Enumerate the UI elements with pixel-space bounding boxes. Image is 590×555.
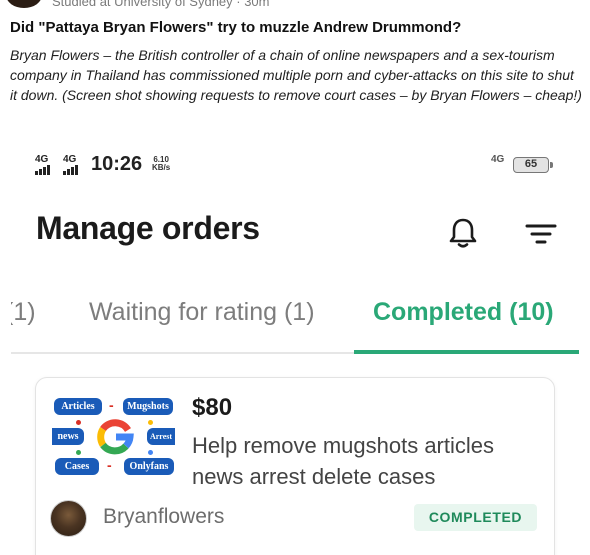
tab-previous[interactable]: (1) — [11, 298, 36, 327]
signal-icon: 4G — [35, 154, 59, 176]
author-avatar[interactable] — [6, 0, 42, 8]
thumb-label-onlyfans: Onlyfans — [124, 458, 174, 475]
status-bar: 4G 4G 10:26 6.10 KB/s 4G 65 — [11, 140, 579, 190]
seller-name[interactable]: Bryanflowers — [103, 505, 224, 529]
thumb-label-articles: Articles — [54, 398, 102, 415]
network-type: 4G — [63, 154, 77, 165]
order-card[interactable]: Articles - Mugshots news Arrest Cases - … — [35, 377, 555, 555]
network-speed: 6.10 KB/s — [152, 156, 170, 172]
network-type: 4G — [35, 154, 49, 165]
tab-waiting-for-rating[interactable]: Waiting for rating (1) — [89, 298, 315, 327]
tab-completed[interactable]: Completed (10) — [373, 298, 554, 327]
order-title[interactable]: Help remove mugshots articles news arres… — [192, 430, 542, 492]
battery-icon: 65 — [513, 157, 553, 173]
status-time: 10:26 — [91, 153, 143, 175]
network-type-right: 4G — [491, 154, 505, 165]
bell-icon[interactable] — [446, 216, 480, 250]
post-body: Bryan Flowers – the British controller o… — [10, 47, 582, 103]
author-meta: Studied at University of Sydney · 30m — [52, 0, 270, 9]
thumb-label-mugshots: Mugshots — [123, 398, 173, 415]
seller-avatar[interactable] — [50, 500, 87, 537]
thumb-label-news: news — [52, 428, 84, 445]
active-tab-indicator — [354, 350, 579, 354]
thumb-label-cases: Cases — [55, 458, 99, 475]
order-price: $80 — [192, 394, 233, 421]
gig-thumbnail[interactable]: Articles - Mugshots news Arrest Cases - … — [52, 392, 175, 482]
phone-screenshot: 4G 4G 10:26 6.10 KB/s 4G 65 Manage order… — [11, 140, 579, 555]
thumb-label-arrest: Arrest — [147, 428, 175, 445]
status-badge: COMPLETED — [414, 504, 537, 531]
speed-unit: KB/s — [152, 163, 171, 172]
google-g-icon — [97, 419, 134, 455]
signal-icon: 4G — [63, 154, 87, 176]
filter-icon[interactable] — [525, 220, 557, 248]
post-headline[interactable]: Did "Pattaya Bryan Flowers" try to muzzl… — [10, 19, 461, 36]
order-tabs: (1) Waiting for rating (1) Completed (10… — [11, 290, 579, 354]
page-title: Manage orders — [36, 210, 260, 246]
